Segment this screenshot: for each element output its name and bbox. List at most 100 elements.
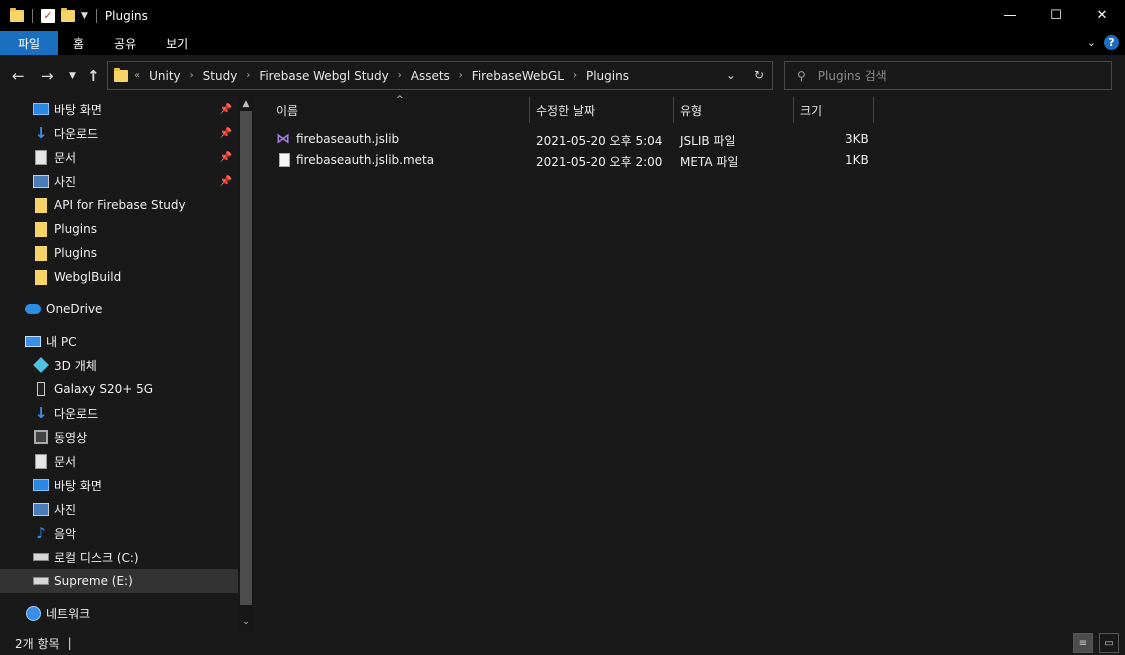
sidebar-item-downloads-pc[interactable]: ↓ 다운로드 (0, 401, 238, 425)
tab-share[interactable]: 공유 (99, 31, 151, 55)
large-icons-view-icon[interactable]: ▭ (1099, 633, 1119, 653)
column-header-name[interactable]: 이름 (276, 97, 298, 123)
file-icon (279, 153, 290, 167)
breadcrumb-firebasewebgl[interactable]: FirebaseWebGL (472, 69, 564, 83)
minimize-button[interactable]: — (987, 0, 1033, 31)
file-row[interactable]: ⋈ firebaseauth.jslib 2021-05-20 오후 5:04 … (256, 129, 956, 150)
item-count: 2개 항목 (15, 636, 60, 651)
sidebar-item-supreme-e[interactable]: Supreme (E:) (0, 569, 238, 593)
sidebar-item-3d-objects[interactable]: 3D 개체 (0, 353, 238, 377)
file-size: 3KB (845, 132, 869, 146)
sidebar-item-documents-pc[interactable]: 문서 (0, 449, 238, 473)
videos-icon (34, 430, 48, 444)
address-dropdown-icon[interactable]: ⌄ (726, 68, 736, 82)
drive-icon (33, 553, 49, 561)
file-name: firebaseauth.jslib (296, 132, 400, 146)
column-divider[interactable] (793, 97, 794, 123)
sidebar-item-label: 바탕 화면 (54, 478, 102, 493)
status-divider: | (67, 636, 72, 650)
sidebar-item-label: Galaxy S20+ 5G (54, 382, 154, 396)
sidebar-item-plugins[interactable]: Plugins (0, 217, 238, 241)
details-view-icon[interactable]: ≡ (1073, 633, 1093, 653)
sidebar-item-label: 바탕 화면 (54, 102, 102, 117)
drive-icon (33, 577, 49, 585)
recent-locations-icon[interactable]: ▼ (69, 71, 76, 81)
properties-icon[interactable]: ✓ (41, 8, 55, 23)
chevron-right-icon[interactable]: › (459, 70, 463, 81)
column-header-type[interactable]: 유형 (680, 97, 702, 123)
breadcrumb-unity[interactable]: Unity (149, 69, 181, 83)
file-row[interactable]: firebaseauth.jslib.meta 2021-05-20 오후 2:… (256, 150, 956, 171)
sidebar-item-videos[interactable]: 동영상 (0, 425, 238, 449)
sort-ascending-icon: ^ (396, 95, 404, 105)
sidebar-scrollbar[interactable]: ▲ ⌄ (238, 97, 254, 631)
chevron-right-icon[interactable]: › (190, 70, 194, 81)
sidebar-item-label: API for Firebase Study (54, 198, 186, 212)
sidebar-item-api-for-firebase-study[interactable]: API for Firebase Study (0, 193, 238, 217)
refresh-icon[interactable]: ↻ (754, 68, 764, 82)
sidebar-item-galaxy-s20[interactable]: Galaxy S20+ 5G (0, 377, 238, 401)
sidebar-item-music[interactable]: ♪ 음악 (0, 521, 238, 545)
tab-view[interactable]: 보기 (151, 31, 203, 55)
sidebar-item-desktop-pc[interactable]: 바탕 화면 (0, 473, 238, 497)
sidebar-item-label: 사진 (54, 174, 77, 189)
network-icon (25, 605, 41, 621)
sidebar-item-label: 내 PC (46, 334, 77, 349)
sidebar-item-desktop[interactable]: 바탕 화면 📌 (0, 97, 238, 121)
scrollbar-thumb[interactable] (240, 111, 252, 605)
close-button[interactable]: ✕ (1079, 0, 1125, 31)
sidebar-item-label: 3D 개체 (54, 358, 97, 373)
ribbon-tabs: 파일 홈 공유 보기 ⌄ ? (0, 31, 1125, 55)
column-divider[interactable] (673, 97, 674, 123)
help-icon[interactable]: ? (1104, 35, 1119, 50)
chevron-right-icon[interactable]: › (246, 70, 250, 81)
expand-ribbon-icon[interactable]: ⌄ (1087, 36, 1096, 49)
scroll-up-icon[interactable]: ▲ (238, 99, 254, 109)
forward-arrow-icon[interactable]: → (41, 67, 54, 85)
sidebar-item-onedrive[interactable]: OneDrive (0, 297, 238, 321)
sidebar-item-plugins[interactable]: Plugins (0, 241, 238, 265)
customize-toolbar-icon[interactable]: ▼ (81, 11, 88, 21)
pin-icon: 📌 (219, 103, 232, 115)
new-folder-icon[interactable] (61, 7, 75, 22)
search-icon: ⚲ (797, 68, 806, 83)
sidebar-item-pictures[interactable]: 사진 📌 (0, 169, 238, 193)
sidebar-item-webglbuild[interactable]: WebglBuild (0, 265, 238, 289)
folder-icon (10, 7, 24, 22)
sidebar-item-pictures-pc[interactable]: 사진 (0, 497, 238, 521)
folder-icon (35, 245, 47, 261)
sidebar-item-label: 다운로드 (54, 406, 99, 421)
sidebar-item-local-disk-c[interactable]: 로컬 디스크 (C:) (0, 545, 238, 569)
maximize-button[interactable]: ☐ (1033, 0, 1079, 31)
breadcrumb-assets[interactable]: Assets (411, 69, 450, 83)
sidebar-item-documents[interactable]: 문서 📌 (0, 145, 238, 169)
sidebar-item-label: 로컬 디스크 (C:) (54, 550, 139, 565)
back-arrow-icon[interactable]: ← (12, 67, 25, 85)
sidebar-item-this-pc[interactable]: 내 PC (0, 329, 238, 353)
music-icon: ♪ (36, 524, 46, 542)
up-arrow-icon[interactable]: ↑ (87, 67, 100, 85)
chevron-right-icon[interactable]: › (398, 70, 402, 81)
pin-icon: 📌 (219, 127, 232, 139)
column-divider[interactable] (529, 97, 530, 123)
address-bar[interactable]: « Unity › Study › Firebase Webgl Study ›… (107, 61, 773, 90)
chevron-right-icon[interactable]: › (573, 70, 577, 81)
column-header-modified[interactable]: 수정한 날짜 (536, 97, 595, 123)
scroll-down-icon[interactable]: ⌄ (238, 617, 254, 627)
column-header-size[interactable]: 크기 (800, 97, 822, 123)
breadcrumb-plugins[interactable]: Plugins (586, 69, 629, 83)
search-input[interactable]: ⚲ Plugins 검색 (784, 61, 1112, 90)
divider (32, 8, 33, 23)
file-size: 1KB (845, 153, 869, 167)
tab-home[interactable]: 홈 (58, 31, 99, 55)
column-divider[interactable] (873, 97, 874, 123)
sidebar-item-label: Supreme (E:) (54, 574, 133, 588)
breadcrumb-study[interactable]: Study (203, 69, 238, 83)
window-title: Plugins (104, 8, 148, 23)
tab-file[interactable]: 파일 (0, 31, 58, 55)
sidebar-item-downloads[interactable]: ↓ 다운로드 📌 (0, 121, 238, 145)
breadcrumb-firebase-webgl-study[interactable]: Firebase Webgl Study (259, 69, 388, 83)
quick-access-toolbar: ✓ ▼ (0, 7, 99, 23)
address-overflow[interactable]: « (134, 70, 140, 81)
sidebar-item-network[interactable]: 네트워크 (0, 601, 238, 625)
